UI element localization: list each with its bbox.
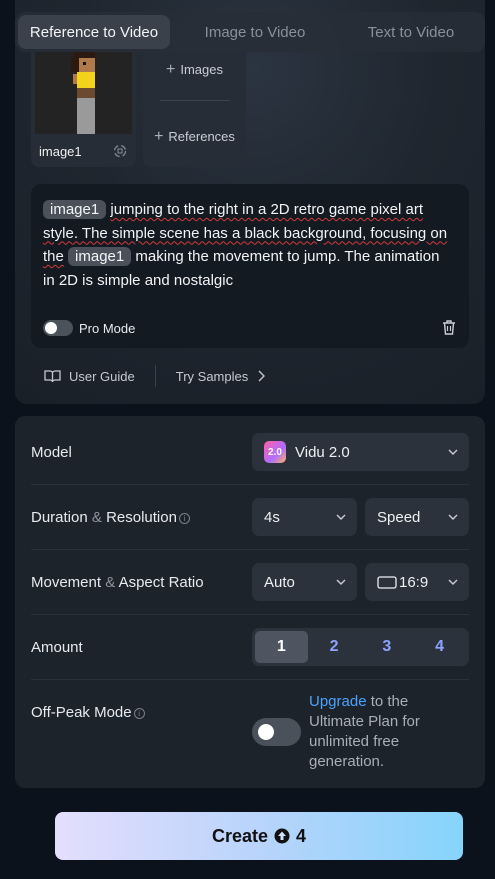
chevron-down-icon [448,579,458,585]
add-references-label: References [168,129,235,144]
credit-icon [274,828,290,844]
aspect-ratio-select[interactable]: 16:9 [365,563,469,601]
image-chip[interactable]: image1 [68,247,132,266]
tab-reference-to-video[interactable]: Reference to Video [18,15,170,49]
offpeak-label: Off-Peak Mode i [31,704,145,721]
movement-select[interactable]: Auto [252,563,357,601]
pro-mode-row: Pro Mode [43,320,135,336]
chevron-down-icon [336,579,346,585]
duration-select[interactable]: 4s [252,498,357,536]
chevron-right-icon [258,370,266,382]
vidu-model-icon: 2.0 [264,441,286,463]
mode-tabs: Reference to Video Image to Video Text t… [15,12,485,52]
add-card-divider [160,100,230,101]
link-separator [154,365,156,387]
settings-panel: Model 2.0 Vidu 2.0 Duration & Resolution… [15,416,485,788]
chevron-down-icon [448,514,458,520]
book-icon [44,370,61,383]
resolution-value: Speed [377,508,421,526]
help-links-row: User Guide Try Samples [44,365,266,387]
plus-icon: + [154,128,164,145]
duration-value: 4s [264,508,280,526]
chevron-down-icon [336,514,346,520]
row-divider [31,549,469,550]
create-cost: 4 [296,825,307,846]
tab-text-to-video[interactable]: Text to Video [340,15,482,49]
trash-icon[interactable] [441,319,457,336]
aspect-ratio-value: 16:9 [399,573,429,591]
replace-image-icon[interactable] [113,144,127,158]
amount-segmented-control: 1 2 3 4 [252,628,469,666]
movement-aspect-label: Movement & Aspect Ratio [31,573,204,591]
add-images-button[interactable]: + Images [143,61,246,78]
chevron-down-icon [448,449,458,455]
pro-mode-toggle[interactable] [43,320,73,336]
image-chip[interactable]: image1 [43,200,107,219]
amount-option-1[interactable]: 1 [255,631,308,663]
amount-option-2[interactable]: 2 [308,631,361,663]
model-value: Vidu 2.0 [295,443,350,461]
info-icon[interactable]: i [178,512,190,524]
model-label: Model [31,443,72,461]
prompt-text[interactable]: image1 jumping to the right in a 2D retr… [43,198,455,292]
movement-value: Auto [264,573,295,591]
user-guide-link[interactable]: User Guide [69,369,135,384]
offpeak-toggle[interactable] [252,718,301,746]
aspect-ratio-icon [377,575,397,589]
upgrade-link[interactable]: Upgrade [309,693,367,710]
amount-option-4[interactable]: 4 [413,631,466,663]
try-samples-link[interactable]: Try Samples [176,369,248,384]
row-divider [31,484,469,485]
plus-icon: + [166,61,176,78]
reference-thumbnail-card[interactable]: image1 [31,52,136,167]
create-label: Create [211,825,268,846]
row-divider [31,614,469,615]
create-button[interactable]: Create 4 [55,812,463,860]
resolution-select[interactable]: Speed [365,498,469,536]
tab-image-to-video[interactable]: Image to Video [170,15,340,49]
prompt-textarea[interactable]: image1 jumping to the right in a 2D retr… [31,184,469,348]
model-select[interactable]: 2.0 Vidu 2.0 [252,433,469,471]
add-references-button[interactable]: + References [143,128,246,145]
reference-thumbnail-image [35,52,132,134]
upgrade-message: Upgrade to the Ultimate Plan for unlimit… [309,693,420,770]
info-icon[interactable]: i [133,707,145,719]
pro-mode-label: Pro Mode [79,320,136,336]
add-reference-card: + Images + References [143,52,246,167]
add-images-label: Images [180,62,223,77]
amount-label: Amount [31,638,83,656]
row-divider [31,679,469,680]
duration-resolution-label: Duration & Resolution i [31,509,190,526]
reference-thumbnail-label: image1 [39,144,82,159]
amount-option-3[interactable]: 3 [361,631,414,663]
